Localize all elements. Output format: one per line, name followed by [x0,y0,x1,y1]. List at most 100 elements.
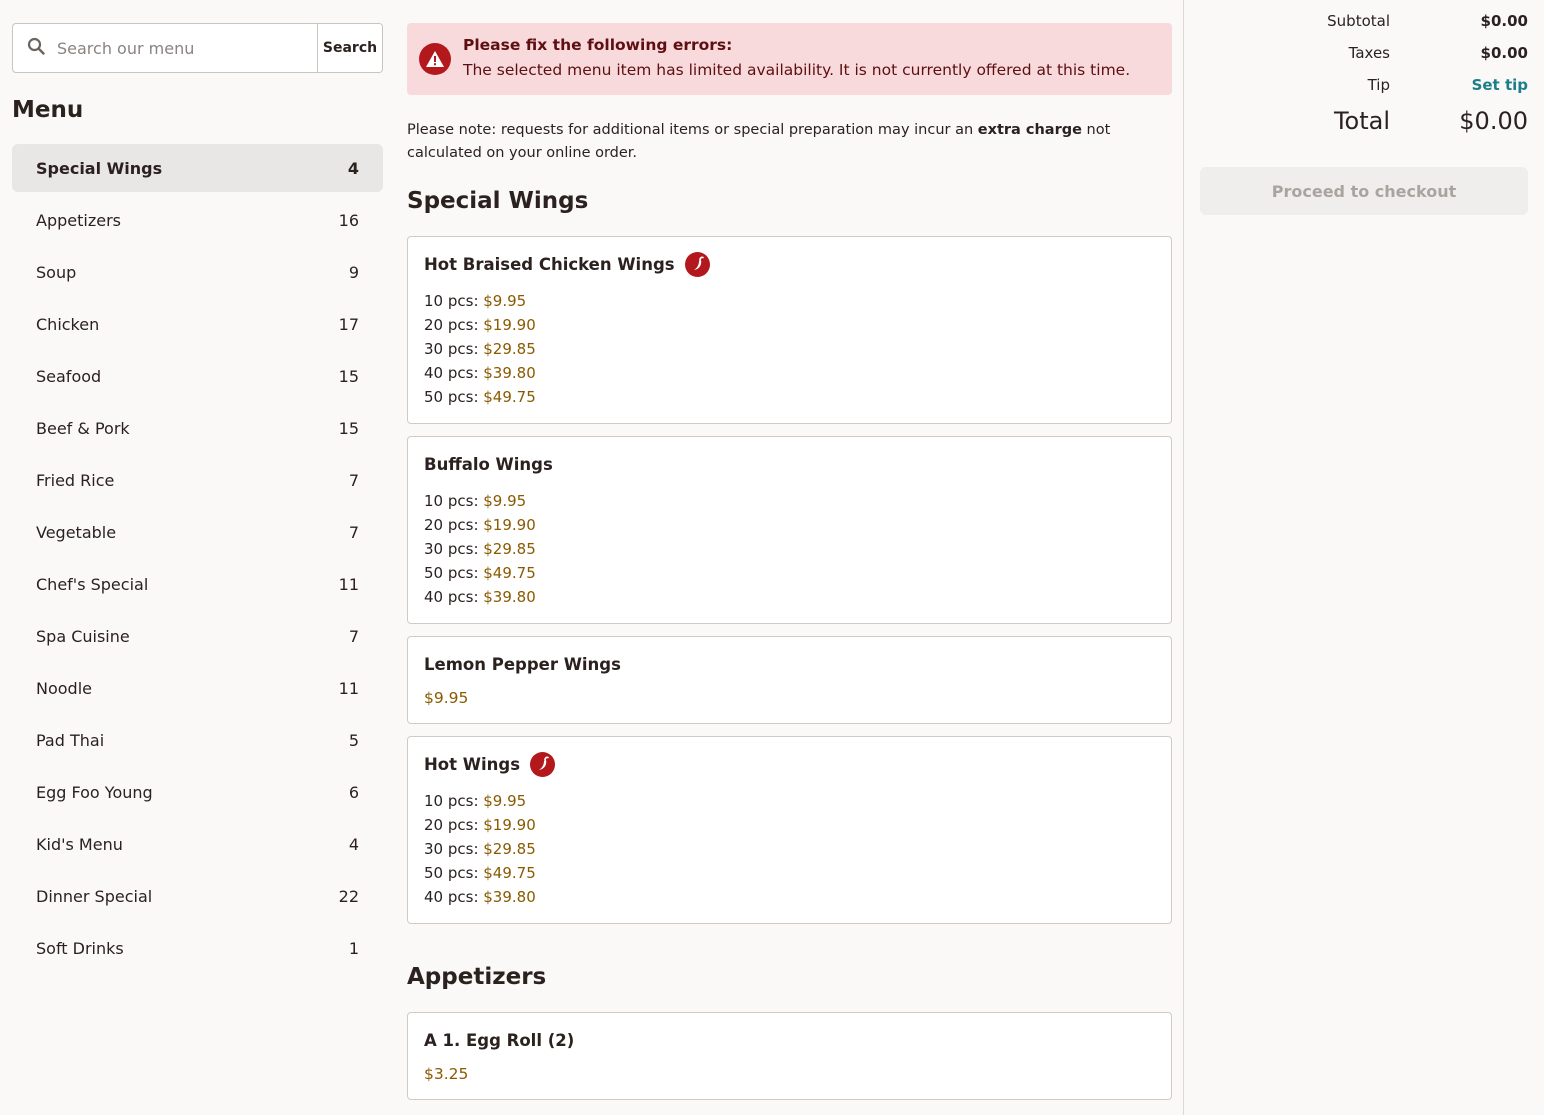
price-option: 10 pcs: $9.95 [424,289,1155,313]
category-count: 7 [348,470,359,490]
sidebar-item-appetizers[interactable]: Appetizers 16 [12,196,383,244]
menu-item-card[interactable]: A 1. Egg Roll (2) $3.25 [407,1012,1172,1100]
sidebar-item-soft-drinks[interactable]: Soft Drinks 1 [12,924,383,972]
price-list: 10 pcs: $9.95 20 pcs: $19.90 30 pcs: $29.8… [424,789,1155,909]
category-count: 7 [348,626,359,646]
price-value: $29.85 [483,540,536,558]
menu-sections: Special Wings Hot Braised Chicken Wings 10… [407,188,1172,1100]
category-label: Chicken [36,314,100,334]
category-label: Noodle [36,678,92,698]
search-field[interactable] [13,24,317,72]
total-value: $0.00 [1459,107,1528,135]
item-header: Lemon Pepper Wings [424,651,1155,677]
menu-sidebar: Search Menu Special Wings 4 Appetizers 16 So… [12,23,383,976]
price-value: $3.25 [424,1065,469,1083]
sidebar-item-special-wings[interactable]: Special Wings 4 [12,144,383,192]
taxes-row: Taxes $0.00 [1200,44,1528,62]
menu-item-card[interactable]: Hot Braised Chicken Wings 10 pcs: $9.95 20… [407,236,1172,424]
price-option: 10 pcs: $9.95 [424,789,1155,813]
category-label: Seafood [36,366,102,386]
price-option: 30 pcs: $29.85 [424,337,1155,361]
price-value: $39.80 [483,364,536,382]
price-size: 20 pcs: [424,816,484,834]
alert-title: Please fix the following errors: [463,36,733,54]
category-count: 16 [338,210,359,230]
set-tip-link[interactable]: Set tip [1472,76,1528,94]
menu-item-card[interactable]: Hot Wings 10 pcs: $9.95 20 pcs: $19.90 30 p… [407,736,1172,924]
category-label: Dinner Special [36,886,153,906]
section-title: Appetizers [407,964,547,990]
category-label: Fried Rice [36,470,115,490]
search-icon [27,37,45,59]
category-label: Egg Foo Young [36,782,153,802]
category-count: 7 [348,522,359,542]
category-count: 9 [348,262,359,282]
sidebar-item-seafood[interactable]: Seafood 15 [12,352,383,400]
sidebar-item-pad-thai[interactable]: Pad Thai 5 [12,716,383,764]
sidebar-item-kid-s-menu[interactable]: Kid's Menu 4 [12,820,383,868]
error-alert: Please fix the following errors: The sel… [407,23,1172,95]
menu-heading: Menu [12,97,84,123]
sidebar-item-dinner-special[interactable]: Dinner Special 22 [12,872,383,920]
subtotal-label: Subtotal [1327,12,1390,30]
price-option: 20 pcs: $19.90 [424,513,1155,537]
note-prefix: Please note: requests for additional ite… [407,122,978,138]
price-value: $49.75 [483,564,536,582]
warning-icon [419,43,451,75]
price-value: $49.75 [483,388,536,406]
tip-label: Tip [1367,76,1390,94]
price-value: $29.85 [483,340,536,358]
proceed-to-checkout-button[interactable]: Proceed to checkout [1200,167,1528,215]
sidebar-item-chicken[interactable]: Chicken 17 [12,300,383,348]
note-emphasis: extra charge [977,122,1082,138]
tip-row: Tip Set tip [1200,76,1528,94]
price-size: 10 pcs: [424,492,484,510]
sidebar-item-beef-pork[interactable]: Beef & Pork 15 [12,404,383,452]
category-label: Beef & Pork [36,418,130,438]
category-count: 22 [338,886,359,906]
menu-category-list: Special Wings 4 Appetizers 16 Soup 9 Chicken 17… [12,144,383,972]
sidebar-item-noodle[interactable]: Noodle 11 [12,664,383,712]
sidebar-item-vegetable[interactable]: Vegetable 7 [12,508,383,556]
category-count: 11 [338,574,359,594]
price-value: $9.95 [424,689,469,707]
item-header: Buffalo Wings [424,451,1155,477]
price-option: 40 pcs: $39.80 [424,585,1155,609]
menu-item-card[interactable]: Buffalo Wings 10 pcs: $9.95 20 pcs: $19.90… [407,436,1172,624]
price-size: 30 pcs: [424,540,484,558]
search-input[interactable] [57,38,297,58]
price-value: $49.75 [483,864,536,882]
price-size: 50 pcs: [424,564,484,582]
sidebar-item-spa-cuisine[interactable]: Spa Cuisine 7 [12,612,383,660]
sidebar-item-chef-s-special[interactable]: Chef's Special 11 [12,560,383,608]
price-option: 10 pcs: $9.95 [424,489,1155,513]
sidebar-item-egg-foo-young[interactable]: Egg Foo Young 6 [12,768,383,816]
price-size: 50 pcs: [424,864,484,882]
subtotal-value: $0.00 [1480,12,1528,30]
price-list: 10 pcs: $9.95 20 pcs: $19.90 30 pcs: $29.8… [424,489,1155,609]
category-label: Kid's Menu [36,834,123,854]
price-option: 40 pcs: $39.80 [424,361,1155,385]
category-count: 4 [347,158,359,178]
menu-content: Please fix the following errors: The sel… [407,23,1172,1100]
category-count: 15 [338,418,359,438]
price-value: $39.80 [483,888,536,906]
price-list: 10 pcs: $9.95 20 pcs: $19.90 30 pcs: $29.8… [424,289,1155,409]
alert-text: Please fix the following errors: The sel… [463,34,1130,84]
search-button[interactable]: Search [317,24,382,72]
category-label: Special Wings [36,158,163,178]
category-label: Appetizers [36,210,121,230]
sidebar-item-soup[interactable]: Soup 9 [12,248,383,296]
price-size: 40 pcs: [424,588,484,606]
price-size: 30 pcs: [424,340,484,358]
menu-item-card[interactable]: Lemon Pepper Wings $9.95 [407,636,1172,724]
category-label: Vegetable [36,522,117,542]
category-count: 4 [348,834,359,854]
price-option: 30 pcs: $29.85 [424,537,1155,561]
category-count: 5 [348,730,359,750]
price-option: 30 pcs: $29.85 [424,837,1155,861]
sidebar-item-fried-rice[interactable]: Fried Rice 7 [12,456,383,504]
category-label: Pad Thai [36,730,105,750]
price-value: $9.95 [483,492,527,510]
category-label: Soft Drinks [36,938,124,958]
